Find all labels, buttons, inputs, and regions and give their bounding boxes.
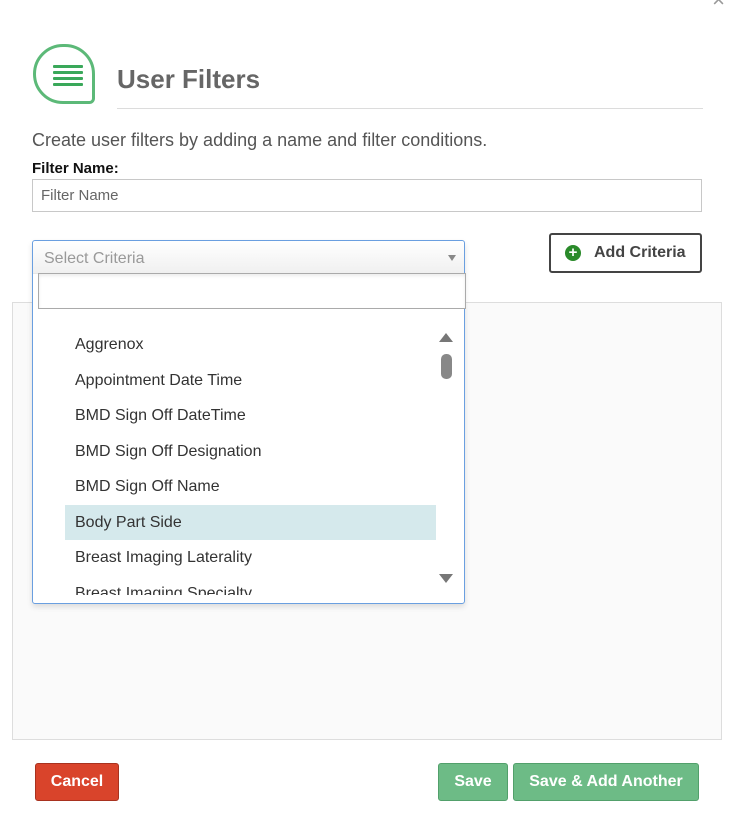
title-divider [117, 108, 703, 109]
cancel-button[interactable]: Cancel [35, 763, 119, 801]
criteria-option[interactable]: BMD Sign Off Name [65, 469, 436, 505]
list-icon [33, 44, 95, 104]
criteria-option[interactable]: BMD Sign Off Designation [65, 434, 436, 470]
scroll-thumb[interactable] [441, 354, 452, 379]
close-icon[interactable]: × [712, 0, 725, 11]
criteria-option[interactable]: Breast Imaging Laterality [65, 540, 436, 576]
options-scrollbar[interactable] [436, 327, 456, 595]
plus-circle-icon: + [565, 245, 581, 261]
criteria-option[interactable]: Aggrenox [65, 327, 436, 363]
criteria-option[interactable]: Breast Imaging Specialty [65, 576, 436, 596]
save-button[interactable]: Save [438, 763, 508, 801]
filter-name-input[interactable] [32, 179, 702, 212]
criteria-select-placeholder: Select Criteria [44, 250, 145, 267]
criteria-option[interactable]: BMD Sign Off DateTime [65, 398, 436, 434]
criteria-search-input[interactable] [38, 273, 466, 309]
criteria-select[interactable]: Select Criteria Aggrenox Appointment Date… [32, 240, 466, 604]
save-add-another-button[interactable]: Save & Add Another [513, 763, 699, 801]
scroll-up-icon[interactable] [439, 333, 453, 342]
add-criteria-button[interactable]: + Add Criteria [549, 233, 702, 273]
add-criteria-label: Add Criteria [594, 244, 686, 261]
criteria-option[interactable]: Body Part Side [65, 504, 436, 540]
criteria-options-list: Aggrenox Appointment Date Time BMD Sign Of… [65, 327, 436, 595]
dialog-description: Create user filters by adding a name and… [32, 130, 488, 150]
criteria-select-toggle[interactable]: Select Criteria [33, 241, 464, 274]
chevron-down-icon [448, 255, 456, 261]
criteria-option[interactable]: Appointment Date Time [65, 363, 436, 399]
page-title: User Filters [117, 64, 261, 94]
scroll-down-icon[interactable] [439, 574, 453, 583]
user-filters-dialog: × User Filters Create user filters by ad… [0, 0, 733, 820]
filter-name-label: Filter Name: [32, 160, 119, 177]
